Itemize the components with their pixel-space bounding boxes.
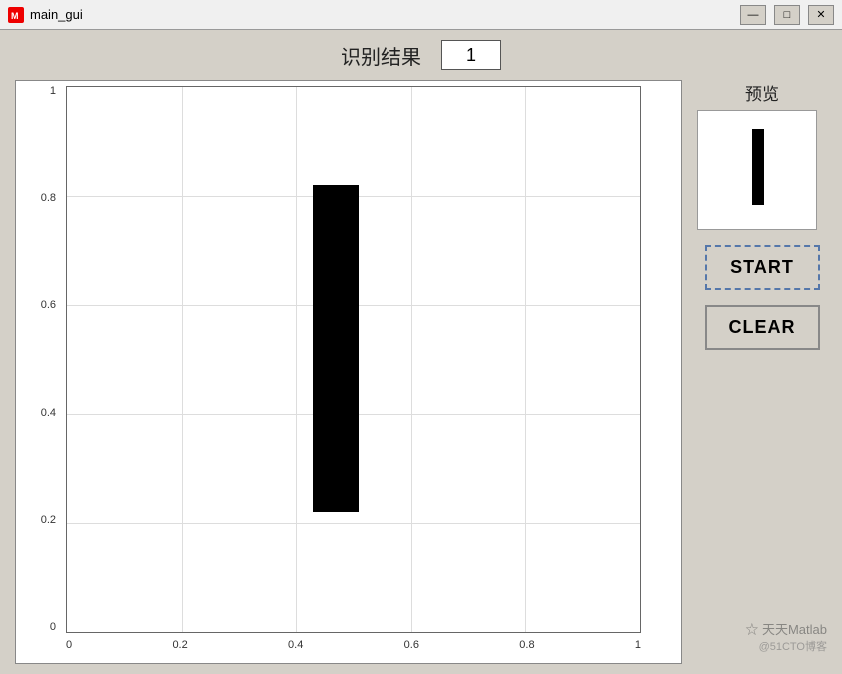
y-label-1: 1 [50,86,56,97]
digit-shape [313,185,359,512]
titlebar-controls: — □ ✕ [740,5,834,25]
app-icon: M [8,7,24,23]
clear-button[interactable]: CLEAR [705,305,820,350]
watermark-line1: ☆ 天天Matlab [745,619,827,638]
x-label-1: 1 [635,639,641,651]
x-label-06: 0.6 [404,639,419,651]
watermark-line2: @51CTO博客 [745,638,827,654]
y-label-04: 0.4 [41,408,56,419]
grid-v-02 [182,87,183,632]
preview-digit-shape [752,129,764,206]
plot-canvas[interactable] [66,86,641,633]
x-label-08: 0.8 [519,639,534,651]
restore-button[interactable]: □ [774,5,800,25]
x-label-02: 0.2 [172,639,187,651]
body-row: 1 0.8 0.6 0.4 0.2 0 0 0.2 0.4 0.6 0.8 1 [15,80,827,664]
start-button[interactable]: START [705,245,820,290]
grid-v-08 [525,87,526,632]
y-label-02: 0.2 [41,515,56,526]
result-value: 1 [466,45,476,66]
plot-area[interactable]: 1 0.8 0.6 0.4 0.2 0 0 0.2 0.4 0.6 0.8 1 [15,80,682,664]
header-row: 识别结果 1 [15,40,827,70]
x-label-0: 0 [66,639,72,651]
minimize-button[interactable]: — [740,5,766,25]
grid-h-02 [67,523,640,524]
preview-section: 预览 [697,80,827,230]
close-button[interactable]: ✕ [808,5,834,25]
titlebar-left: M main_gui [8,7,83,23]
preview-box [697,110,817,230]
grid-v-04 [296,87,297,632]
result-label: 识别结果 [341,41,421,70]
titlebar: M main_gui — □ ✕ [0,0,842,30]
right-panel: 预览 START CLEAR [697,80,827,664]
y-label-0: 0 [50,622,56,633]
result-value-box: 1 [441,40,501,70]
x-axis: 0 0.2 0.4 0.6 0.8 1 [66,635,641,663]
grid-v-06 [411,87,412,632]
watermark: ☆ 天天Matlab @51CTO博客 [745,619,827,654]
main-content: 识别结果 1 1 0.8 0.6 0.4 0.2 0 0 0.2 0.4 0.6 [0,30,842,674]
y-axis: 1 0.8 0.6 0.4 0.2 0 [16,86,61,633]
window-title: main_gui [30,7,83,22]
svg-text:M: M [11,11,19,21]
y-label-06: 0.6 [41,300,56,311]
y-label-08: 0.8 [41,193,56,204]
preview-label: 预览 [697,80,827,105]
x-label-04: 0.4 [288,639,303,651]
